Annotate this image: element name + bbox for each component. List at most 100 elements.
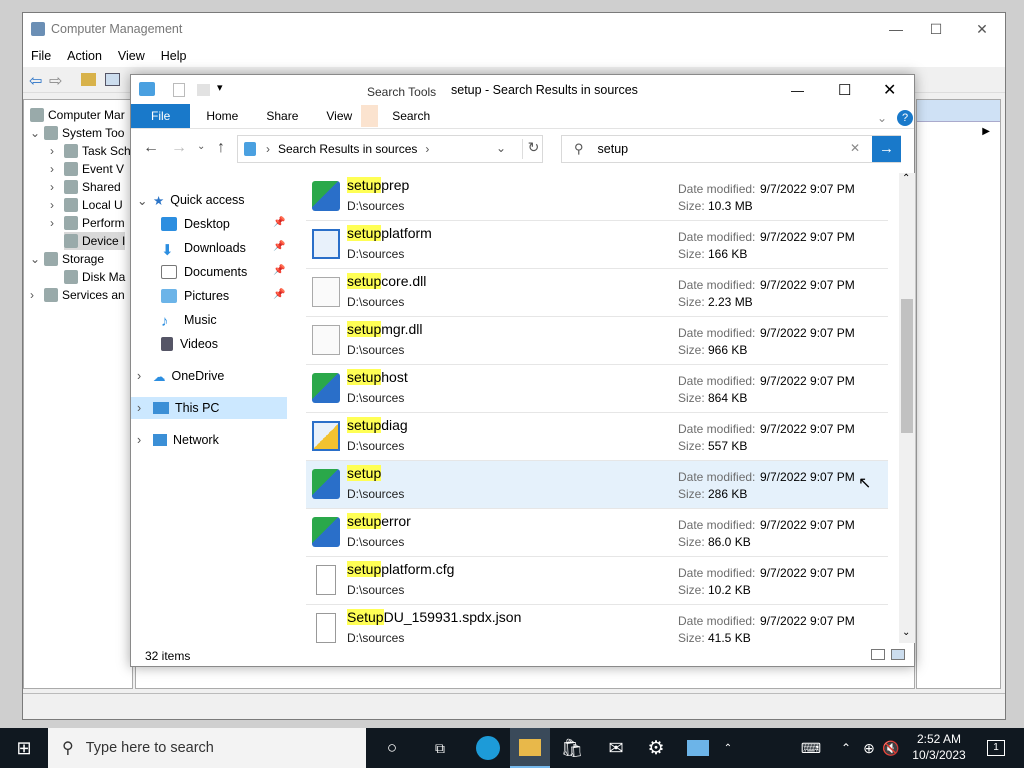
notifications-icon[interactable]: 1: [982, 728, 1010, 768]
start-button[interactable]: ⊞: [0, 728, 48, 768]
tab-view[interactable]: View: [312, 104, 366, 128]
computer-management-taskbar-icon[interactable]: [678, 728, 718, 768]
pin-icon[interactable]: 📌: [273, 217, 285, 228]
cm-menu-file[interactable]: File: [23, 49, 59, 63]
cm-menu-help[interactable]: Help: [153, 49, 195, 63]
tab-home[interactable]: Home: [192, 104, 252, 128]
taskbar-scroll-icon[interactable]: ⌃: [718, 728, 738, 768]
search-box[interactable]: ⚲ setup ✕ →: [561, 135, 901, 163]
chevron-right-icon[interactable]: ›: [50, 216, 64, 230]
large-icons-view-icon[interactable]: [891, 649, 905, 660]
nav-item-desktop[interactable]: Desktop: [161, 213, 230, 235]
tree-node[interactable]: ⌄ System Too: [30, 124, 124, 142]
chevron-right-icon[interactable]: ›: [50, 180, 64, 194]
tree-node[interactable]: › Task Sch: [50, 142, 131, 160]
file-row[interactable]: setupmgr.dll D:\sources Date modified: 9/7/…: [306, 317, 888, 365]
file-row[interactable]: setuphost D:\sources Date modified: 9/7/202…: [306, 365, 888, 413]
nav-back-icon[interactable]: ←: [143, 139, 159, 157]
file-row[interactable]: setupplatform D:\sources Date modified: 9/7…: [306, 221, 888, 269]
taskbar-search-box[interactable]: ⚲ Type here to search: [48, 728, 366, 768]
chevron-right-icon[interactable]: ›: [137, 369, 153, 383]
file-row[interactable]: setupcore.dll D:\sources Date modified: 9/7…: [306, 269, 888, 317]
vertical-scrollbar[interactable]: ⌃ ⌄: [899, 173, 915, 643]
show-hidden-icons[interactable]: ⌃: [836, 728, 856, 768]
mail-icon[interactable]: ✉: [596, 728, 636, 768]
triangle-right-icon[interactable]: ▶: [982, 126, 990, 137]
chevron-down-icon[interactable]: ⌄: [137, 193, 153, 208]
up-arrow-icon[interactable]: ↑: [217, 139, 225, 157]
refresh-icon[interactable]: ↻: [522, 139, 544, 159]
cm-menu-action[interactable]: Action: [59, 49, 110, 63]
recent-locations-icon[interactable]: ⌄: [197, 141, 205, 152]
taskbar-search-placeholder[interactable]: Type here to search: [86, 740, 214, 756]
scroll-down-icon[interactable]: ⌄: [902, 627, 910, 638]
folder-up-icon[interactable]: [81, 73, 96, 86]
back-arrow-icon[interactable]: ⇦: [29, 71, 42, 91]
forward-arrow-icon[interactable]: ⇨: [49, 71, 62, 91]
clear-search-icon[interactable]: ✕: [850, 141, 860, 155]
nav-item-documents[interactable]: Documents: [161, 261, 247, 283]
pin-icon[interactable]: 📌: [273, 241, 285, 252]
chevron-down-icon[interactable]: ⌄: [30, 252, 44, 266]
properties-icon[interactable]: [173, 83, 185, 97]
chevron-right-icon[interactable]: ›: [50, 144, 64, 158]
minimize-button[interactable]: —: [791, 83, 804, 98]
scrollbar-thumb[interactable]: [901, 299, 913, 433]
settings-gear-icon[interactable]: ⚙: [636, 728, 676, 768]
nav-item-music[interactable]: ♪ Music: [161, 309, 217, 331]
actions-header[interactable]: [917, 100, 1000, 122]
file-row[interactable]: setup D:\sources Date modified: 9/7/2022 9:…: [306, 461, 888, 509]
chevron-down-icon[interactable]: ⌄: [30, 126, 44, 140]
address-bar[interactable]: › Search Results in sources › ⌄ ↻: [237, 135, 543, 163]
nav-forward-icon[interactable]: →: [171, 139, 187, 157]
nav-item-videos[interactable]: Videos: [161, 333, 218, 355]
chevron-right-icon[interactable]: ›: [50, 162, 64, 176]
help-icon[interactable]: ?: [897, 110, 913, 126]
file-row[interactable]: setupdiag D:\sources Date modified: 9/7/202…: [306, 413, 888, 461]
cortana-icon[interactable]: ○: [372, 728, 412, 768]
pin-icon[interactable]: 📌: [273, 265, 285, 276]
file-explorer-taskbar-icon[interactable]: [510, 728, 550, 768]
tree-node[interactable]: › Shared: [50, 178, 121, 196]
chevron-right-icon[interactable]: ›: [137, 401, 153, 415]
search-input[interactable]: setup: [598, 142, 629, 156]
chevron-right-icon[interactable]: ›: [137, 433, 153, 447]
file-name[interactable]: setupprep: [347, 177, 409, 193]
tree-node[interactable]: › Local U: [50, 196, 123, 214]
tab-file[interactable]: File: [131, 104, 191, 128]
task-view-icon[interactable]: ⧉: [420, 728, 460, 768]
customize-chevron-icon[interactable]: ▾: [217, 81, 223, 94]
nav-item-pictures[interactable]: Pictures: [161, 285, 229, 307]
file-name[interactable]: setupplatform: [347, 225, 432, 241]
file-name[interactable]: setupcore.dll: [347, 273, 426, 289]
keyboard-icon[interactable]: ⌨: [796, 728, 826, 768]
maximize-button[interactable]: ☐: [838, 81, 851, 99]
file-row[interactable]: setupprep D:\sources Date modified: 9/7/202…: [306, 173, 888, 221]
address-dropdown-icon[interactable]: ⌄: [496, 141, 506, 155]
nav-this-pc[interactable]: › This PC: [131, 397, 287, 419]
tree-node[interactable]: Device I: [64, 232, 126, 250]
chevron-right-icon[interactable]: ›: [30, 288, 44, 302]
console-tree-icon[interactable]: [105, 73, 120, 86]
tree-node[interactable]: › Services an: [30, 286, 125, 304]
file-row[interactable]: setuperror D:\sources Date modified: 9/7/20…: [306, 509, 888, 557]
tree-node[interactable]: › Event V: [50, 160, 124, 178]
tab-share[interactable]: Share: [252, 104, 312, 128]
file-name[interactable]: setup: [347, 465, 382, 481]
volume-muted-icon[interactable]: 🔇: [880, 728, 902, 768]
network-status-icon[interactable]: ⊕: [858, 728, 880, 768]
close-button[interactable]: ✕: [883, 80, 896, 100]
cm-maximize-button[interactable]: ☐: [913, 13, 959, 45]
expand-ribbon-icon[interactable]: ⌄: [877, 111, 887, 125]
search-go-button[interactable]: →: [872, 136, 901, 162]
new-folder-icon[interactable]: [197, 84, 210, 96]
pin-icon[interactable]: 📌: [273, 289, 285, 300]
cm-close-button[interactable]: ✕: [959, 13, 1005, 45]
file-name[interactable]: setuphost: [347, 369, 408, 385]
explorer-title-bar[interactable]: ▾ Search Tools setup - Search Results in…: [131, 75, 914, 105]
file-row[interactable]: setupplatform.cfg D:\sources Date modified…: [306, 557, 888, 605]
edge-browser-icon[interactable]: [468, 728, 508, 768]
file-name[interactable]: setupplatform.cfg: [347, 561, 454, 577]
file-row[interactable]: SetupDU_159931.spdx.json D:\sources Date m…: [306, 605, 888, 643]
system-clock[interactable]: 2:52 AM 10/3/2023: [900, 731, 978, 763]
